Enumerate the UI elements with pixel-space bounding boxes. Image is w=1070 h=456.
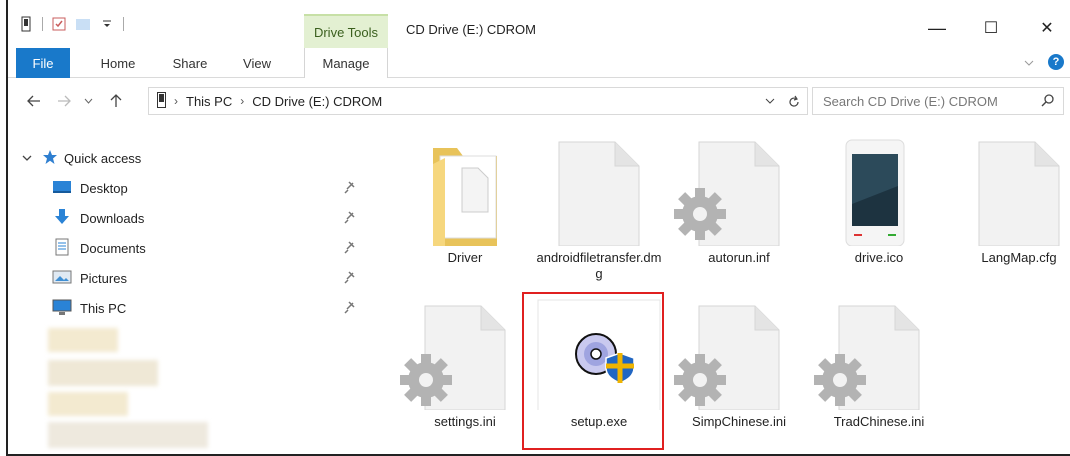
address-controls [765, 92, 801, 112]
breadcrumb-cd-drive[interactable]: CD Drive (E:) CDROM [252, 94, 382, 109]
file-item[interactable]: LangMap.cfg [954, 134, 1070, 294]
redacted-item [48, 360, 158, 386]
search-icon[interactable] [1041, 93, 1055, 110]
toolbar-divider [123, 17, 124, 31]
pin-icon[interactable] [344, 180, 356, 197]
pictures-icon [52, 269, 72, 288]
settings-file-icon [674, 134, 804, 247]
file-explorer-window: Drive Tools CD Drive (E:) CDROM — ☐ ✕ Fi… [6, 0, 1070, 456]
maximize-button[interactable]: ☐ [968, 14, 1014, 42]
sidebar-item-desktop[interactable]: Desktop [8, 174, 368, 202]
recent-locations-icon[interactable] [78, 86, 98, 116]
file-item[interactable]: SimpChinese.ini [674, 298, 804, 456]
back-icon[interactable] [22, 86, 46, 116]
address-dropdown-icon[interactable] [765, 92, 775, 112]
file-item[interactable]: drive.ico [814, 134, 944, 294]
drive-icon [157, 91, 166, 111]
expand-ribbon-icon[interactable] [1024, 55, 1034, 70]
file-list: Driver androidfiletransfer.dmg autorun.i… [378, 130, 1070, 456]
sidebar-item-this-pc[interactable]: This PC [8, 294, 368, 322]
close-button[interactable]: ✕ [1024, 14, 1070, 42]
settings-file-icon [400, 298, 530, 411]
address-bar[interactable]: › This PC › CD Drive (E:) CDROM [148, 87, 808, 115]
sidebar-item-label: Documents [80, 240, 146, 256]
sidebar-item-pictures[interactable]: Pictures [8, 264, 368, 292]
redacted-item [48, 328, 118, 352]
quick-access-toolbar [18, 10, 124, 38]
navigation-pane: Quick access Desktop Downloads Documents… [8, 140, 368, 456]
file-name: autorun.inf [708, 250, 770, 265]
file-name: LangMap.cfg [981, 250, 1057, 265]
navigation-bar: › This PC › CD Drive (E:) CDROM Search C… [8, 86, 1070, 116]
file-name: settings.ini [434, 414, 496, 429]
file-name: Driver [447, 250, 483, 265]
download-icon [52, 208, 72, 229]
help-icon[interactable]: ? [1048, 54, 1064, 70]
window-title: CD Drive (E:) CDROM [406, 22, 536, 37]
sidebar-item-downloads[interactable]: Downloads [8, 204, 368, 232]
drive-icon[interactable] [18, 15, 34, 33]
toolbar-divider [42, 17, 43, 31]
breadcrumb-this-pc[interactable]: This PC [186, 94, 232, 109]
file-item[interactable]: Driver [400, 134, 530, 294]
highlight-box [522, 292, 664, 450]
chevron-right-icon[interactable]: › [240, 94, 244, 108]
drive-tools-tab-group: Drive Tools [304, 14, 388, 48]
refresh-icon[interactable] [787, 92, 801, 112]
tab-share[interactable]: Share [164, 48, 216, 78]
sidebar-item-label: Quick access [64, 150, 142, 166]
settings-file-icon [814, 298, 944, 411]
sidebar-item-label: Desktop [80, 180, 128, 196]
chevron-down-icon[interactable] [22, 151, 32, 166]
file-item[interactable]: autorun.inf [674, 134, 804, 294]
sidebar-item-label: Downloads [80, 210, 145, 226]
file-name: androidfiletransfer.dmg [536, 250, 662, 281]
pin-icon[interactable] [344, 300, 356, 317]
blank-file-icon [534, 134, 664, 247]
tab-manage[interactable]: Manage [304, 48, 388, 78]
minimize-button[interactable]: — [914, 14, 960, 42]
sidebar-item-label: Pictures [80, 270, 127, 286]
blank-file-icon [954, 134, 1070, 247]
computer-icon [52, 298, 72, 319]
title-bar: Drive Tools CD Drive (E:) CDROM — ☐ ✕ [8, 0, 1070, 48]
customize-dropdown-icon[interactable] [99, 15, 115, 33]
documents-icon [52, 238, 72, 259]
properties-icon[interactable] [51, 15, 67, 33]
file-name: drive.ico [854, 250, 904, 265]
up-icon[interactable] [104, 86, 128, 116]
file-item[interactable]: settings.ini [400, 298, 530, 456]
ribbon-tabs: File Home Share View Manage ? [8, 48, 1070, 78]
forward-icon[interactable] [52, 86, 76, 116]
file-item[interactable]: androidfiletransfer.dmg [534, 134, 664, 294]
pin-icon[interactable] [344, 210, 356, 227]
settings-file-icon [674, 298, 804, 411]
pin-icon[interactable] [344, 270, 356, 287]
tab-view[interactable]: View [234, 48, 280, 78]
ribbon-right-controls: ? [1024, 54, 1064, 70]
tab-home[interactable]: Home [90, 48, 146, 78]
redacted-item [48, 422, 208, 448]
sidebar-item-documents[interactable]: Documents [8, 234, 368, 262]
chevron-right-icon[interactable]: › [174, 94, 178, 108]
file-name: SimpChinese.ini [692, 414, 786, 429]
file-item[interactable]: TradChinese.ini [814, 298, 944, 456]
sidebar-item-label: This PC [80, 300, 127, 316]
search-input[interactable]: Search CD Drive (E:) CDROM [812, 87, 1064, 115]
desktop-icon [52, 179, 72, 198]
new-folder-icon[interactable] [75, 15, 91, 33]
tab-file[interactable]: File [16, 48, 70, 78]
star-icon [42, 149, 58, 168]
sidebar-item-quick-access[interactable]: Quick access [8, 144, 368, 172]
phone-icon [814, 134, 944, 247]
pin-icon[interactable] [344, 240, 356, 257]
file-name: TradChinese.ini [833, 414, 925, 429]
search-placeholder: Search CD Drive (E:) CDROM [823, 93, 998, 109]
redacted-item [48, 392, 128, 416]
folder-icon [400, 134, 530, 252]
